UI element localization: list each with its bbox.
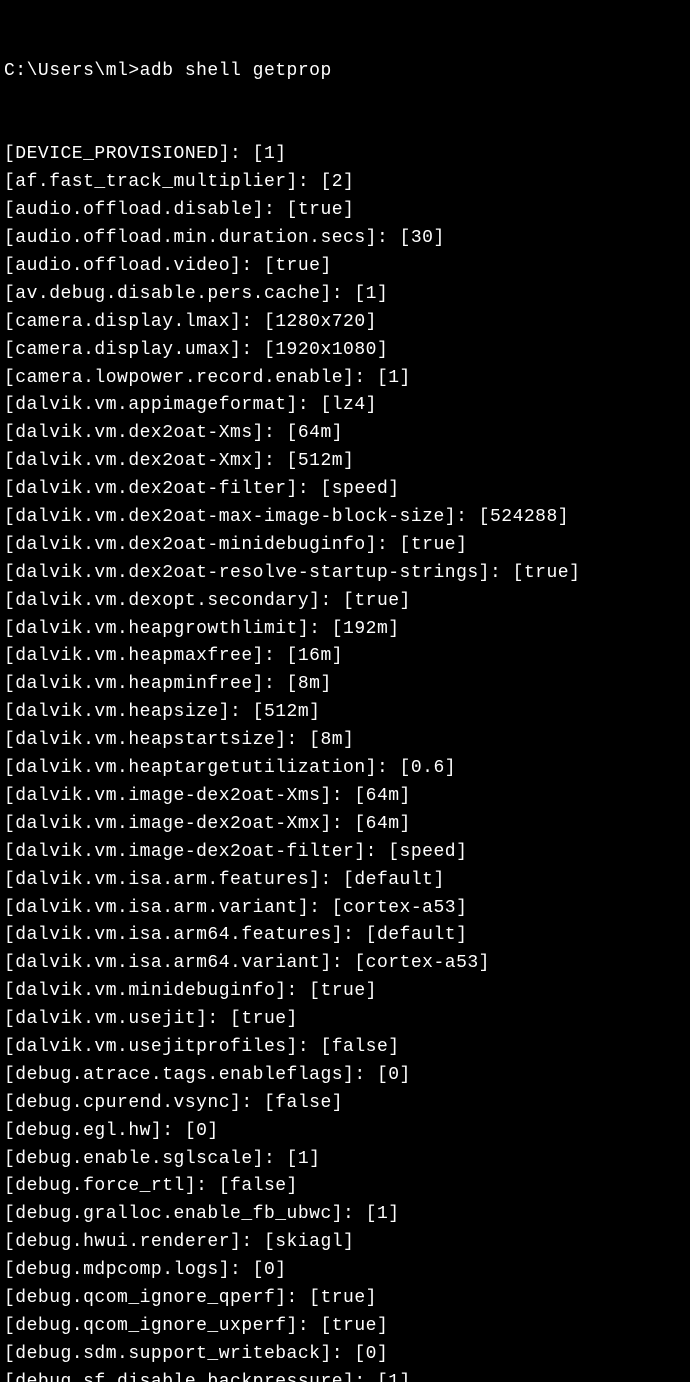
prop-line: [dalvik.vm.image-dex2oat-Xms]: [64m]	[4, 783, 686, 811]
prop-line: [debug.enable.sglscale]: [1]	[4, 1146, 686, 1174]
prop-line: [debug.egl.hw]: [0]	[4, 1118, 686, 1146]
prop-line: [dalvik.vm.dexopt.secondary]: [true]	[4, 588, 686, 616]
prop-line: [debug.mdpcomp.logs]: [0]	[4, 1257, 686, 1285]
prop-line: [dalvik.vm.usejitprofiles]: [false]	[4, 1034, 686, 1062]
prop-line: [dalvik.vm.usejit]: [true]	[4, 1006, 686, 1034]
command-line: C:\Users\ml>adb shell getprop	[4, 58, 686, 86]
prop-line: [dalvik.vm.heapstartsize]: [8m]	[4, 727, 686, 755]
prop-line: [audio.offload.min.duration.secs]: [30]	[4, 225, 686, 253]
prop-line: [dalvik.vm.image-dex2oat-Xmx]: [64m]	[4, 811, 686, 839]
prop-line: [dalvik.vm.heaptargetutilization]: [0.6]	[4, 755, 686, 783]
prop-line: [dalvik.vm.isa.arm.features]: [default]	[4, 867, 686, 895]
prop-line: [debug.hwui.renderer]: [skiagl]	[4, 1229, 686, 1257]
prop-line: [debug.gralloc.enable_fb_ubwc]: [1]	[4, 1201, 686, 1229]
prop-line: [dalvik.vm.isa.arm64.variant]: [cortex-a…	[4, 950, 686, 978]
prop-line: [dalvik.vm.dex2oat-filter]: [speed]	[4, 476, 686, 504]
prop-line: [dalvik.vm.dex2oat-Xmx]: [512m]	[4, 448, 686, 476]
prop-line: [debug.qcom_ignore_uxperf]: [true]	[4, 1313, 686, 1341]
prop-line: [dalvik.vm.isa.arm64.features]: [default…	[4, 922, 686, 950]
prop-line: [dalvik.vm.heapmaxfree]: [16m]	[4, 643, 686, 671]
prop-line: [dalvik.vm.isa.arm.variant]: [cortex-a53…	[4, 895, 686, 923]
prop-line: [dalvik.vm.dex2oat-resolve-startup-strin…	[4, 560, 686, 588]
prop-line: [debug.cpurend.vsync]: [false]	[4, 1090, 686, 1118]
prop-line: [camera.display.umax]: [1920x1080]	[4, 337, 686, 365]
prop-line: [audio.offload.video]: [true]	[4, 253, 686, 281]
terminal-output[interactable]: C:\Users\ml>adb shell getprop [DEVICE_PR…	[0, 0, 690, 1382]
prop-line: [debug.force_rtl]: [false]	[4, 1173, 686, 1201]
prop-line: [dalvik.vm.image-dex2oat-filter]: [speed…	[4, 839, 686, 867]
prop-line: [debug.sdm.support_writeback]: [0]	[4, 1341, 686, 1369]
prop-line: [DEVICE_PROVISIONED]: [1]	[4, 141, 686, 169]
prop-line: [dalvik.vm.heapgrowthlimit]: [192m]	[4, 616, 686, 644]
prop-line: [camera.lowpower.record.enable]: [1]	[4, 365, 686, 393]
prop-line: [debug.qcom_ignore_qperf]: [true]	[4, 1285, 686, 1313]
prop-line: [dalvik.vm.heapminfree]: [8m]	[4, 671, 686, 699]
prop-line: [dalvik.vm.dex2oat-max-image-block-size]…	[4, 504, 686, 532]
props-list: [DEVICE_PROVISIONED]: [1][af.fast_track_…	[4, 141, 686, 1382]
prompt-cwd: C:\Users\ml>	[4, 61, 140, 81]
prompt-command: adb shell getprop	[140, 61, 332, 81]
prop-line: [dalvik.vm.dex2oat-Xms]: [64m]	[4, 420, 686, 448]
prop-line: [dalvik.vm.appimageformat]: [lz4]	[4, 392, 686, 420]
prop-line: [camera.display.lmax]: [1280x720]	[4, 309, 686, 337]
prop-line: [debug.sf.disable_backpressure]: [1]	[4, 1369, 686, 1382]
prop-line: [audio.offload.disable]: [true]	[4, 197, 686, 225]
prop-line: [af.fast_track_multiplier]: [2]	[4, 169, 686, 197]
prop-line: [dalvik.vm.heapsize]: [512m]	[4, 699, 686, 727]
prop-line: [dalvik.vm.dex2oat-minidebuginfo]: [true…	[4, 532, 686, 560]
prop-line: [dalvik.vm.minidebuginfo]: [true]	[4, 978, 686, 1006]
prop-line: [debug.atrace.tags.enableflags]: [0]	[4, 1062, 686, 1090]
prop-line: [av.debug.disable.pers.cache]: [1]	[4, 281, 686, 309]
